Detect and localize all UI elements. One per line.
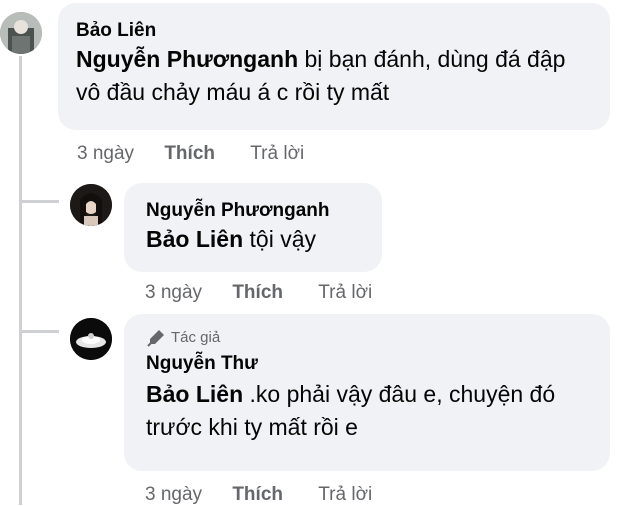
avatar-photo-icon: [70, 184, 112, 226]
mention-link[interactable]: Nguyễn Phươnganh: [76, 46, 298, 72]
comment-time[interactable]: 3 ngày: [77, 143, 134, 165]
author-badge: Tác giả: [146, 328, 588, 348]
comment-text: Bảo Liên tội vậy: [146, 223, 360, 256]
like-button[interactable]: Thích: [232, 282, 283, 304]
comment-actions: 3 ngày Thích Trả lời: [145, 282, 372, 304]
like-button[interactable]: Thích: [164, 143, 215, 165]
reply-connector: [19, 330, 59, 333]
author-badge-label: Tác giả: [171, 329, 221, 346]
reply-connector: [19, 200, 59, 203]
pen-icon: [147, 330, 164, 347]
mention-link[interactable]: Bảo Liên: [146, 381, 243, 407]
reply-button[interactable]: Trả lời: [250, 143, 304, 165]
avatar-photo-icon: [0, 12, 42, 54]
comment-author[interactable]: Nguyễn Phươnganh: [146, 199, 360, 223]
comment-actions: 3 ngày Thích Trả lời: [77, 143, 304, 165]
reply-button[interactable]: Trả lời: [318, 282, 372, 304]
comment-time[interactable]: 3 ngày: [145, 282, 202, 304]
comment-author[interactable]: Nguyễn Thư: [146, 352, 588, 376]
comment-time[interactable]: 3 ngày: [145, 484, 202, 506]
reply-button[interactable]: Trả lời: [318, 484, 372, 506]
comment-actions: 3 ngày Thích Trả lời: [145, 484, 372, 506]
comment-text: Nguyễn Phươnganh bị bạn đánh, dùng đá đậ…: [76, 43, 592, 109]
comment-bubble: Tác giả Nguyễn Thư Bảo Liên .ko phải vậy…: [124, 314, 610, 471]
comment-bubble: Bảo Liên Nguyễn Phươnganh bị bạn đánh, d…: [58, 3, 610, 130]
like-button[interactable]: Thích: [232, 484, 283, 506]
comment-author[interactable]: Bảo Liên: [76, 19, 592, 43]
comment-bubble: Nguyễn Phươnganh Bảo Liên tội vậy: [124, 183, 382, 272]
thread-line: [19, 56, 22, 505]
avatar[interactable]: [70, 318, 112, 360]
avatar[interactable]: [0, 12, 42, 54]
comment-body: tội vậy: [243, 226, 317, 252]
comment-text: Bảo Liên .ko phải vậy đâu e, chuyện đó t…: [146, 378, 588, 444]
mention-link[interactable]: Bảo Liên: [146, 226, 243, 252]
avatar-photo-icon: [70, 318, 112, 360]
avatar[interactable]: [70, 184, 112, 226]
